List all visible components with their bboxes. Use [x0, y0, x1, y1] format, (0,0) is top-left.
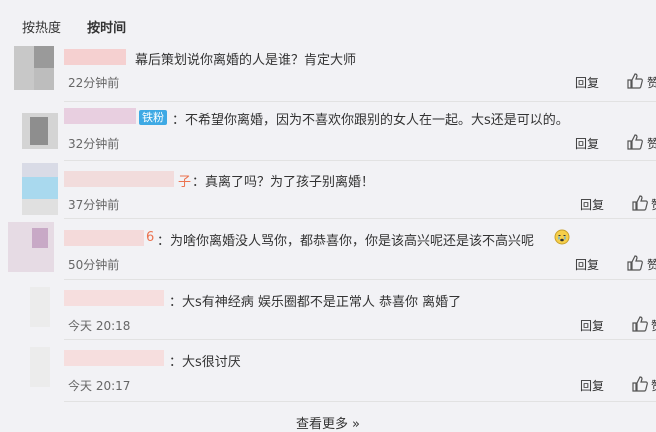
comment-time: 32分钟前: [68, 137, 120, 151]
comment-time: 50分钟前: [68, 258, 120, 272]
comment-text: ：为啥你离婚没人骂你，都恭喜你，你是该高兴呢还是该不高兴呢: [157, 234, 535, 249]
comment-text: ：真离了吗？为了孩子别离婚！: [192, 175, 375, 190]
like-label[interactable]: 赞: [647, 135, 656, 152]
reply-button[interactable]: 回复: [575, 256, 599, 273]
like-label[interactable]: 赞: [647, 74, 656, 91]
sort-by-time-tab[interactable]: 按时间: [87, 21, 126, 36]
reply-button[interactable]: 回复: [575, 74, 599, 91]
sort-bar: 按热度 按时间: [22, 17, 148, 36]
divider: [64, 401, 656, 402]
like-label[interactable]: 赞: [651, 377, 656, 394]
comment-text: ：大s有神经病 娱乐圈都不是正常人 恭喜你 离婚了: [169, 295, 462, 310]
comment-time: 今天 20:17: [68, 379, 131, 393]
avatar[interactable]: [8, 222, 54, 272]
view-more-link[interactable]: 查看更多»: [0, 413, 656, 432]
thumbs-up-icon[interactable]: [632, 195, 648, 211]
comment-item: ：大s很讨厌 今天 20:17 回复 赞: [0, 343, 656, 401]
thumbs-up-icon[interactable]: [627, 255, 643, 271]
comment-text: 幕后策划说你离婚的人是谁？肯定大师: [135, 53, 357, 68]
divider: [64, 339, 656, 340]
thumbs-up-icon[interactable]: [632, 316, 648, 332]
like-label[interactable]: 赞: [651, 317, 656, 334]
comment-time: 今天 20:18: [68, 319, 131, 333]
double-chevron-icon: »: [352, 417, 360, 432]
avatar[interactable]: [14, 46, 54, 90]
comment-time: 37分钟前: [68, 198, 120, 212]
like-label[interactable]: 赞: [651, 196, 656, 213]
username-tail: 子: [178, 175, 192, 190]
like-label[interactable]: 赞: [647, 256, 656, 273]
username[interactable]: [64, 108, 136, 124]
avatar[interactable]: [30, 287, 50, 327]
username[interactable]: 子: [64, 171, 192, 190]
divider: [64, 218, 656, 219]
comment-item: 幕后策划说你离婚的人是谁？肯定大师 22分钟前 回复 赞: [0, 44, 656, 102]
crying-face-emoji: [554, 229, 570, 245]
username[interactable]: [64, 350, 164, 366]
reply-button[interactable]: 回复: [575, 135, 599, 152]
username[interactable]: 6: [64, 230, 156, 246]
fan-badge: 铁粉: [139, 110, 167, 125]
divider: [64, 160, 656, 161]
username-tail: 6: [146, 230, 155, 245]
comment-text: ：不希望你离婚，因为不喜欢你跟别的女人在一起。大s还是可以的。: [172, 113, 569, 128]
avatar[interactable]: [22, 113, 58, 149]
comment-text: ：大s很讨厌: [169, 355, 241, 370]
sort-by-hot-tab[interactable]: 按热度: [22, 21, 61, 36]
username[interactable]: [64, 290, 164, 306]
reply-button[interactable]: 回复: [580, 196, 604, 213]
thumbs-up-icon[interactable]: [627, 134, 643, 150]
reply-button[interactable]: 回复: [580, 377, 604, 394]
reply-button[interactable]: 回复: [580, 317, 604, 334]
comment-item: 6 ：为啥你离婚没人骂你，都恭喜你，你是该高兴呢还是该不高兴呢 50分钟前 回复…: [0, 222, 656, 280]
divider: [64, 101, 656, 102]
comment-item: 子 ：真离了吗？为了孩子别离婚！ 37分钟前 回复 赞: [0, 163, 656, 221]
view-more-label: 查看更多: [296, 417, 349, 432]
avatar[interactable]: [22, 163, 58, 215]
username[interactable]: [64, 49, 126, 65]
thumbs-up-icon[interactable]: [627, 73, 643, 89]
comment-item: ：大s有神经病 娱乐圈都不是正常人 恭喜你 离婚了 今天 20:18 回复 赞: [0, 283, 656, 341]
thumbs-up-icon[interactable]: [632, 376, 648, 392]
divider: [64, 279, 656, 280]
avatar[interactable]: [30, 347, 50, 387]
comment-time: 22分钟前: [68, 76, 120, 90]
comment-item: 铁粉 ：不希望你离婚，因为不喜欢你跟别的女人在一起。大s还是可以的。 32分钟前…: [0, 103, 656, 161]
